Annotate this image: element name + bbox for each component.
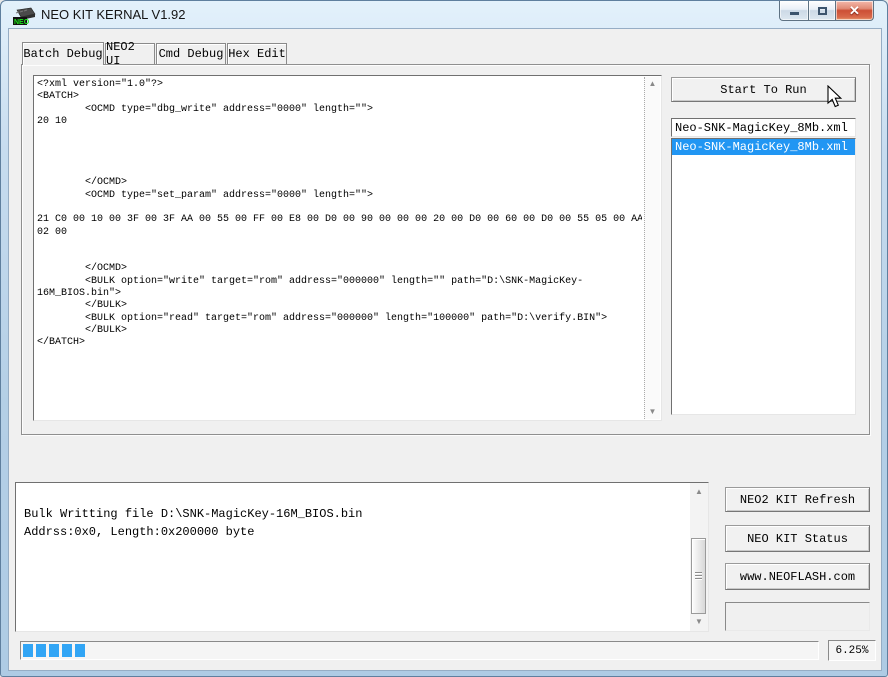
scroll-up-icon[interactable]: ▲ [695, 485, 703, 499]
progress-bar [20, 641, 819, 660]
tab-neo2-ui[interactable]: NEO2 UI [105, 43, 155, 64]
progress-segment [23, 644, 33, 657]
website-label: www.NEOFLASH.com [740, 570, 855, 584]
neo-chip-icon: NEO [13, 6, 37, 25]
log-output[interactable]: Bulk Writting file D:\SNK-MagicKey-16M_B… [15, 482, 709, 632]
thumb-grip [695, 571, 702, 581]
batch-xml-editor[interactable]: <?xml version="1.0"?> <BATCH> <OCMD type… [33, 75, 662, 421]
xml-file-listbox[interactable]: Neo-SNK-MagicKey_8Mb.xml [671, 138, 856, 415]
editor-scrollbar[interactable]: ▲ ▼ [644, 77, 660, 419]
tab-hex-edit[interactable]: Hex Edit [227, 43, 287, 64]
tab-batch-debug[interactable]: Batch Debug [22, 42, 104, 65]
xml-content[interactable]: <?xml version="1.0"?> <BATCH> <OCMD type… [34, 76, 642, 416]
progress-percent: 6.25% [828, 640, 876, 661]
minimize-button[interactable] [779, 1, 808, 21]
neo-kit-status-button[interactable]: NEO KIT Status [725, 525, 870, 552]
progress-segment [62, 644, 72, 657]
svg-text:NEO: NEO [14, 19, 30, 25]
scroll-down-icon[interactable]: ▼ [649, 405, 657, 419]
tab-cmd-debug[interactable]: Cmd Debug [156, 43, 226, 64]
app-window: NEO NEO KIT KERNAL V1.92 ✕ Batch Debug N… [0, 0, 888, 677]
maximize-icon [818, 7, 827, 15]
tab-label: Cmd Debug [159, 47, 224, 61]
list-item[interactable]: Neo-SNK-MagicKey_8Mb.xml [672, 139, 855, 155]
minimize-icon [790, 12, 799, 15]
refresh-label: NEO2 KIT Refresh [740, 493, 855, 507]
progress-segment [36, 644, 46, 657]
progress-segment [75, 644, 85, 657]
status-label: NEO KIT Status [747, 532, 848, 546]
neoflash-website-button[interactable]: www.NEOFLASH.com [725, 563, 870, 590]
tab-label: Hex Edit [228, 47, 286, 61]
neo2-kit-refresh-button[interactable]: NEO2 KIT Refresh [725, 487, 870, 512]
scrollbar-thumb[interactable] [691, 538, 706, 614]
mouse-cursor-icon [825, 85, 847, 109]
scroll-down-icon[interactable]: ▼ [695, 615, 703, 629]
start-to-run-label: Start To Run [720, 83, 806, 97]
close-icon: ✕ [849, 4, 860, 17]
tab-label: Batch Debug [23, 47, 102, 61]
scroll-up-icon[interactable]: ▲ [649, 77, 657, 91]
log-scrollbar[interactable]: ▲ ▼ [690, 483, 708, 631]
maximize-button[interactable] [808, 1, 836, 21]
close-button[interactable]: ✕ [836, 1, 874, 21]
progress-segment [49, 644, 59, 657]
status-box [725, 602, 870, 631]
xml-file-input[interactable]: Neo-SNK-MagicKey_8Mb.xml [671, 118, 856, 137]
window-controls: ✕ [779, 1, 874, 21]
window-title: NEO KIT KERNAL V1.92 [41, 7, 186, 22]
log-text: Bulk Writting file D:\SNK-MagicKey-16M_B… [16, 483, 708, 541]
title-bar[interactable]: NEO NEO KIT KERNAL V1.92 ✕ [1, 1, 887, 29]
